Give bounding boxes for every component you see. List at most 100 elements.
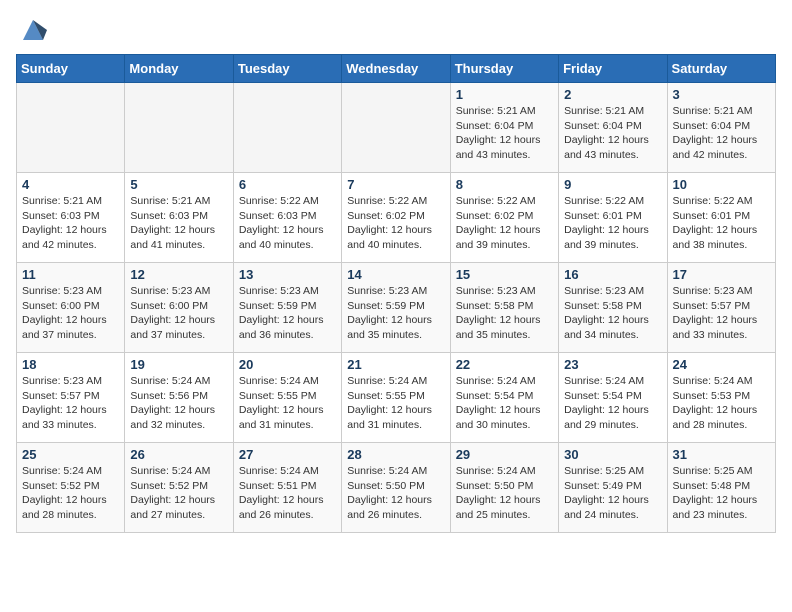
day-number: 6 bbox=[239, 177, 336, 192]
day-info: Sunrise: 5:22 AM Sunset: 6:02 PM Dayligh… bbox=[347, 194, 444, 253]
day-number: 21 bbox=[347, 357, 444, 372]
day-info: Sunrise: 5:22 AM Sunset: 6:03 PM Dayligh… bbox=[239, 194, 336, 253]
calendar-cell bbox=[342, 83, 450, 173]
day-number: 4 bbox=[22, 177, 119, 192]
day-info: Sunrise: 5:23 AM Sunset: 6:00 PM Dayligh… bbox=[130, 284, 227, 343]
day-number: 7 bbox=[347, 177, 444, 192]
weekday-header-sunday: Sunday bbox=[17, 55, 125, 83]
day-number: 2 bbox=[564, 87, 661, 102]
day-number: 17 bbox=[673, 267, 770, 282]
day-info: Sunrise: 5:22 AM Sunset: 6:01 PM Dayligh… bbox=[564, 194, 661, 253]
calendar-cell: 15Sunrise: 5:23 AM Sunset: 5:58 PM Dayli… bbox=[450, 263, 558, 353]
day-number: 24 bbox=[673, 357, 770, 372]
calendar-cell: 26Sunrise: 5:24 AM Sunset: 5:52 PM Dayli… bbox=[125, 443, 233, 533]
day-number: 14 bbox=[347, 267, 444, 282]
day-number: 22 bbox=[456, 357, 553, 372]
day-info: Sunrise: 5:24 AM Sunset: 5:54 PM Dayligh… bbox=[564, 374, 661, 433]
day-number: 19 bbox=[130, 357, 227, 372]
day-info: Sunrise: 5:24 AM Sunset: 5:55 PM Dayligh… bbox=[239, 374, 336, 433]
day-number: 13 bbox=[239, 267, 336, 282]
day-info: Sunrise: 5:22 AM Sunset: 6:02 PM Dayligh… bbox=[456, 194, 553, 253]
weekday-header-friday: Friday bbox=[559, 55, 667, 83]
day-info: Sunrise: 5:23 AM Sunset: 5:58 PM Dayligh… bbox=[564, 284, 661, 343]
day-info: Sunrise: 5:24 AM Sunset: 5:55 PM Dayligh… bbox=[347, 374, 444, 433]
calendar-week-row: 1 Sunrise: 5:21 AM Sunset: 6:04 PM Daylig… bbox=[17, 83, 776, 173]
calendar-cell: 25 Sunrise: 5:24 AM Sunset: 5:52 PM Dayli… bbox=[17, 443, 125, 533]
calendar-cell: 14 Sunrise: 5:23 AM Sunset: 5:59 PM Dayli… bbox=[342, 263, 450, 353]
weekday-header-row: SundayMondayTuesdayWednesdayThursdayFrid… bbox=[17, 55, 776, 83]
logo-icon bbox=[19, 16, 47, 44]
weekday-header-monday: Monday bbox=[125, 55, 233, 83]
calendar-cell: 24 Sunrise: 5:24 AM Sunset: 5:53 PM Dayli… bbox=[667, 353, 775, 443]
day-number: 31 bbox=[673, 447, 770, 462]
calendar-cell: 1 Sunrise: 5:21 AM Sunset: 6:04 PM Daylig… bbox=[450, 83, 558, 173]
day-number: 29 bbox=[456, 447, 553, 462]
day-number: 20 bbox=[239, 357, 336, 372]
day-info: Sunrise: 5:24 AM Sunset: 5:52 PM Dayligh… bbox=[22, 464, 119, 523]
calendar-cell: 8 Sunrise: 5:22 AM Sunset: 6:02 PM Daylig… bbox=[450, 173, 558, 263]
day-info: Sunrise: 5:23 AM Sunset: 5:57 PM Dayligh… bbox=[673, 284, 770, 343]
calendar-cell: 7 Sunrise: 5:22 AM Sunset: 6:02 PM Daylig… bbox=[342, 173, 450, 263]
day-number: 23 bbox=[564, 357, 661, 372]
calendar-cell: 16 Sunrise: 5:23 AM Sunset: 5:58 PM Dayli… bbox=[559, 263, 667, 353]
day-number: 28 bbox=[347, 447, 444, 462]
calendar-cell: 10Sunrise: 5:22 AM Sunset: 6:01 PM Dayli… bbox=[667, 173, 775, 263]
day-info: Sunrise: 5:21 AM Sunset: 6:03 PM Dayligh… bbox=[130, 194, 227, 253]
calendar-cell: 23 Sunrise: 5:24 AM Sunset: 5:54 PM Dayli… bbox=[559, 353, 667, 443]
day-info: Sunrise: 5:21 AM Sunset: 6:04 PM Dayligh… bbox=[673, 104, 770, 163]
calendar-week-row: 18 Sunrise: 5:23 AM Sunset: 5:57 PM Dayli… bbox=[17, 353, 776, 443]
calendar-week-row: 25 Sunrise: 5:24 AM Sunset: 5:52 PM Dayli… bbox=[17, 443, 776, 533]
day-number: 27 bbox=[239, 447, 336, 462]
calendar-cell: 30Sunrise: 5:25 AM Sunset: 5:49 PM Dayli… bbox=[559, 443, 667, 533]
day-number: 9 bbox=[564, 177, 661, 192]
day-info: Sunrise: 5:25 AM Sunset: 5:48 PM Dayligh… bbox=[673, 464, 770, 523]
day-number: 18 bbox=[22, 357, 119, 372]
day-number: 11 bbox=[22, 267, 119, 282]
day-number: 3 bbox=[673, 87, 770, 102]
logo bbox=[16, 16, 47, 44]
day-info: Sunrise: 5:21 AM Sunset: 6:04 PM Dayligh… bbox=[564, 104, 661, 163]
calendar-cell: 12Sunrise: 5:23 AM Sunset: 6:00 PM Dayli… bbox=[125, 263, 233, 353]
day-number: 25 bbox=[22, 447, 119, 462]
calendar-cell: 31 Sunrise: 5:25 AM Sunset: 5:48 PM Dayli… bbox=[667, 443, 775, 533]
calendar-cell bbox=[233, 83, 341, 173]
weekday-header-saturday: Saturday bbox=[667, 55, 775, 83]
day-number: 8 bbox=[456, 177, 553, 192]
day-info: Sunrise: 5:24 AM Sunset: 5:54 PM Dayligh… bbox=[456, 374, 553, 433]
calendar-cell bbox=[125, 83, 233, 173]
calendar-cell: 19 Sunrise: 5:24 AM Sunset: 5:56 PM Dayli… bbox=[125, 353, 233, 443]
calendar-cell: 3 Sunrise: 5:21 AM Sunset: 6:04 PM Daylig… bbox=[667, 83, 775, 173]
calendar-cell: 6 Sunrise: 5:22 AM Sunset: 6:03 PM Daylig… bbox=[233, 173, 341, 263]
day-number: 26 bbox=[130, 447, 227, 462]
calendar-cell: 11 Sunrise: 5:23 AM Sunset: 6:00 PM Dayli… bbox=[17, 263, 125, 353]
calendar-cell: 2 Sunrise: 5:21 AM Sunset: 6:04 PM Daylig… bbox=[559, 83, 667, 173]
day-info: Sunrise: 5:23 AM Sunset: 5:59 PM Dayligh… bbox=[239, 284, 336, 343]
weekday-header-wednesday: Wednesday bbox=[342, 55, 450, 83]
weekday-header-tuesday: Tuesday bbox=[233, 55, 341, 83]
page-header bbox=[16, 16, 776, 44]
calendar-cell: 9 Sunrise: 5:22 AM Sunset: 6:01 PM Daylig… bbox=[559, 173, 667, 263]
day-info: Sunrise: 5:24 AM Sunset: 5:51 PM Dayligh… bbox=[239, 464, 336, 523]
calendar-cell: 28 Sunrise: 5:24 AM Sunset: 5:50 PM Dayli… bbox=[342, 443, 450, 533]
calendar-cell: 18 Sunrise: 5:23 AM Sunset: 5:57 PM Dayli… bbox=[17, 353, 125, 443]
day-info: Sunrise: 5:25 AM Sunset: 5:49 PM Dayligh… bbox=[564, 464, 661, 523]
day-info: Sunrise: 5:24 AM Sunset: 5:50 PM Dayligh… bbox=[347, 464, 444, 523]
day-info: Sunrise: 5:23 AM Sunset: 5:59 PM Dayligh… bbox=[347, 284, 444, 343]
calendar-cell bbox=[17, 83, 125, 173]
day-info: Sunrise: 5:21 AM Sunset: 6:04 PM Dayligh… bbox=[456, 104, 553, 163]
day-info: Sunrise: 5:22 AM Sunset: 6:01 PM Dayligh… bbox=[673, 194, 770, 253]
calendar-cell: 27 Sunrise: 5:24 AM Sunset: 5:51 PM Dayli… bbox=[233, 443, 341, 533]
day-number: 16 bbox=[564, 267, 661, 282]
day-number: 1 bbox=[456, 87, 553, 102]
calendar-cell: 13 Sunrise: 5:23 AM Sunset: 5:59 PM Dayli… bbox=[233, 263, 341, 353]
calendar-week-row: 11 Sunrise: 5:23 AM Sunset: 6:00 PM Dayli… bbox=[17, 263, 776, 353]
day-info: Sunrise: 5:24 AM Sunset: 5:53 PM Dayligh… bbox=[673, 374, 770, 433]
calendar-cell: 17 Sunrise: 5:23 AM Sunset: 5:57 PM Dayli… bbox=[667, 263, 775, 353]
day-number: 15 bbox=[456, 267, 553, 282]
day-info: Sunrise: 5:24 AM Sunset: 5:56 PM Dayligh… bbox=[130, 374, 227, 433]
calendar-cell: 4Sunrise: 5:21 AM Sunset: 6:03 PM Daylig… bbox=[17, 173, 125, 263]
day-info: Sunrise: 5:23 AM Sunset: 5:57 PM Dayligh… bbox=[22, 374, 119, 433]
day-info: Sunrise: 5:23 AM Sunset: 6:00 PM Dayligh… bbox=[22, 284, 119, 343]
calendar-cell: 21 Sunrise: 5:24 AM Sunset: 5:55 PM Dayli… bbox=[342, 353, 450, 443]
calendar-cell: 29Sunrise: 5:24 AM Sunset: 5:50 PM Dayli… bbox=[450, 443, 558, 533]
